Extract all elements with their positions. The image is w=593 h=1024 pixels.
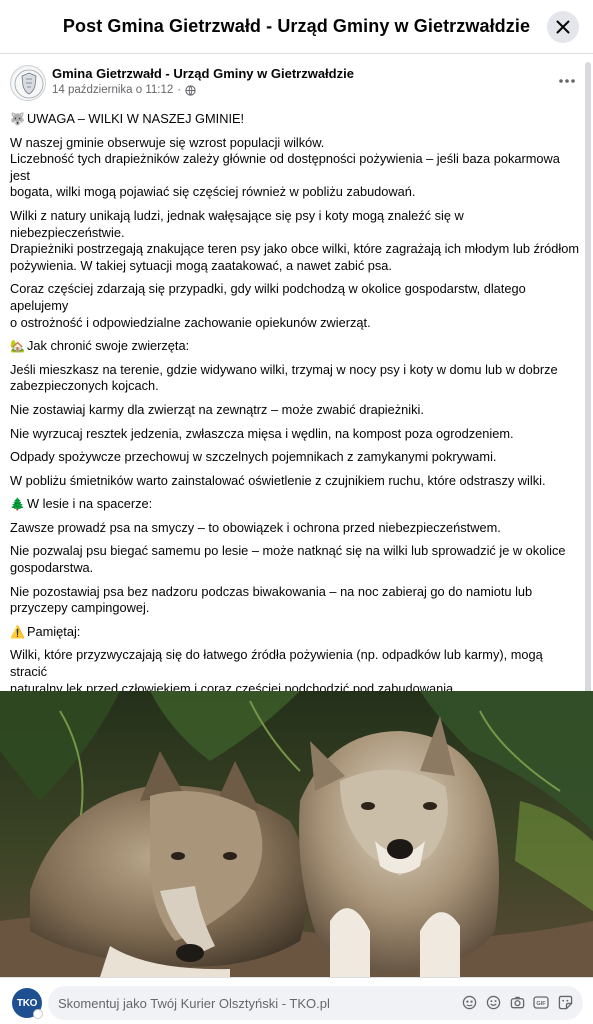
comment-tools: GIF [461, 994, 573, 1010]
post-text-line: przyczepy campingowej. [10, 600, 580, 617]
tree-icon: 🌲 [10, 497, 25, 512]
page-avatar[interactable] [10, 65, 46, 101]
post-text-line: Nie pozostawiaj psa bez nadzoru podczas … [10, 584, 580, 601]
post-paragraph: ⚠️ Pamiętaj: [10, 624, 580, 641]
post-text-content: Odpady spożywcze przechowuj w szczelnych… [10, 449, 497, 465]
modal-title: Post Gmina Gietrzwałd - Urząd Gminy w Gi… [62, 16, 531, 36]
close-icon [556, 20, 570, 34]
post-text-line: Wilki, które przyzwyczajają się do łatwe… [10, 647, 580, 680]
post-text-line: Wilki z natury unikają ludzi, jednak wał… [10, 208, 580, 241]
post-text-line: zabezpieczonych kojcach. [10, 378, 580, 395]
post-text-content: Pamiętaj: [27, 623, 81, 639]
post-paragraph: Nie pozwalaj psu biegać samemu po lesie … [10, 543, 580, 576]
post-text-content: UWAGA – WILKI W NASZEJ GMINIE! [27, 111, 245, 126]
commenter-avatar-text: TKO [16, 997, 38, 1009]
post-text-content: Nie pozostawiaj psa bez nadzoru podczas … [10, 583, 533, 599]
post-text-line: Jeśli mieszkasz na terenie, gdzie widywa… [10, 362, 580, 379]
post-text-content: gospodarstwa. [10, 560, 94, 576]
emoji-icon[interactable] [485, 994, 501, 1010]
post-text-line: Zawsze prowadź psa na smyczy – to obowią… [10, 520, 580, 537]
post-date[interactable]: 14 października o 11:12 [52, 84, 173, 96]
post-text-line: Drapieżniki postrzegają znakujące teren … [10, 241, 580, 258]
post-text-line: Nie wyrzucaj resztek jedzenia, zwłaszcza… [10, 426, 580, 443]
warning-icon: ⚠️ [10, 624, 25, 639]
post-text-content: Jeśli mieszkasz na terenie, gdzie widywa… [10, 361, 558, 377]
more-horizontal-icon [559, 79, 575, 83]
meta-separator: · [177, 84, 182, 96]
post-text-content: Nie wyrzucaj resztek jedzenia, zwłaszcza… [10, 425, 514, 441]
post-text-content: Jak chronić swoje zwierzęta: [27, 338, 190, 354]
scrollbar[interactable] [585, 62, 591, 710]
post-text-line: Coraz częściej zdarzają się przypadki, g… [10, 281, 580, 314]
post-text-content: pożywienia. W takiej sytuacji mogą zaata… [10, 257, 392, 273]
svg-text:GIF: GIF [536, 1001, 546, 1007]
post-text-content: W lesie i na spacerze: [27, 496, 153, 512]
post-text-content: Wilki z natury unikają ludzi, jednak wał… [10, 207, 464, 240]
post-text-line: Nie pozwalaj psu biegać samemu po lesie … [10, 543, 580, 560]
post-text-line: Nie zostawiaj karmy dla zwierząt na zewn… [10, 402, 580, 419]
modal-header: Post Gmina Gietrzwałd - Urząd Gminy w Gi… [0, 0, 593, 54]
post-paragraph: 🌲 W lesie i na spacerze: [10, 496, 580, 513]
post-paragraph: Odpady spożywcze przechowuj w szczelnych… [10, 449, 580, 466]
post-text-content: Nie pozwalaj psu biegać samemu po lesie … [10, 543, 566, 559]
globe-icon[interactable] [185, 84, 196, 96]
avatar-dropdown-chevron-icon[interactable] [33, 1009, 43, 1019]
post-options-button[interactable] [553, 69, 581, 93]
comment-bar: TKO Skomentuj jako Twój Kurier Olsztyńsk… [0, 977, 593, 1024]
post-meta: 14 października o 11:12 · [52, 84, 196, 96]
avatar-sticker-icon[interactable] [461, 994, 477, 1010]
post-text-content: Wilki, które przyzwyczajają się do łatwe… [10, 647, 543, 680]
post-text-line: Liczebność tych drapieżników zależy głów… [10, 151, 580, 184]
comment-input[interactable]: Skomentuj jako Twój Kurier Olsztyński - … [48, 986, 583, 1020]
post-text-line: W naszej gminie obserwuje się wzrost pop… [10, 135, 580, 152]
post-text-line: 🏡 Jak chronić swoje zwierzęta: [10, 338, 580, 355]
post-text-line: o ostrożność i odpowiedzialne zachowanie… [10, 315, 580, 332]
post-header: Gmina Gietrzwałd - Urząd Gminy w Gietrzw… [0, 63, 593, 111]
post-text-line: pożywienia. W takiej sytuacji mogą zaata… [10, 258, 580, 275]
post-text-content: Drapieżniki postrzegają znakujące teren … [10, 241, 580, 257]
sticker-icon[interactable] [557, 994, 573, 1010]
post-text-line: W pobliżu śmietników warto zainstalować … [10, 473, 580, 490]
post-paragraph: Nie zostawiaj karmy dla zwierząt na zewn… [10, 402, 580, 419]
post-text-content: przyczepy campingowej. [10, 600, 150, 616]
post-text-line: bogata, wilki mogą pojawiać się częściej… [10, 184, 580, 201]
post-text-line: ⚠️ Pamiętaj: [10, 624, 580, 641]
post-text-content: bogata, wilki mogą pojawiać się częściej… [10, 184, 416, 200]
post-text-line: 🐺 UWAGA – WILKI W NASZEJ GMINIE! [10, 111, 580, 128]
post-modal: Post Gmina Gietrzwałd - Urząd Gminy w Gi… [0, 0, 593, 1024]
post-text-line: 🌲 W lesie i na spacerze: [10, 496, 580, 513]
post-text-content: W naszej gminie obserwuje się wzrost pop… [10, 134, 325, 150]
post-text-line: gospodarstwa. [10, 560, 580, 577]
post-text-line: Odpady spożywcze przechowuj w szczelnych… [10, 449, 580, 466]
post-paragraph: Jeśli mieszkasz na terenie, gdzie widywa… [10, 362, 580, 395]
gif-icon[interactable]: GIF [533, 994, 549, 1010]
post-paragraph: Nie wyrzucaj resztek jedzenia, zwłaszcza… [10, 426, 580, 443]
wolf-icon: 🐺 [10, 112, 25, 126]
comment-placeholder: Skomentuj jako Twój Kurier Olsztyński - … [58, 995, 330, 1011]
post-text-content: Liczebność tych drapieżników zależy głów… [10, 151, 560, 183]
post-text-content: Zawsze prowadź psa na smyczy – to obowią… [10, 519, 501, 535]
post-paragraph: Wilki z natury unikają ludzi, jednak wał… [10, 208, 580, 274]
coat-of-arms-icon [12, 67, 45, 100]
camera-icon[interactable] [509, 994, 525, 1010]
post-paragraph: W pobliżu śmietników warto zainstalować … [10, 473, 580, 490]
post-text-content: o ostrożność i odpowiedzialne zachowanie… [10, 314, 371, 330]
post-paragraph: Coraz częściej zdarzają się przypadki, g… [10, 281, 580, 331]
post-paragraph: W naszej gminie obserwuje się wzrost pop… [10, 135, 580, 201]
house-icon: 🏡 [10, 339, 25, 354]
close-button[interactable] [547, 11, 579, 43]
post-text-content: Nie zostawiaj karmy dla zwierząt na zewn… [10, 401, 424, 417]
post-paragraph: 🏡 Jak chronić swoje zwierzęta: [10, 338, 580, 355]
post-text: 🐺 UWAGA – WILKI W NASZEJ GMINIE! W naszej … [0, 111, 593, 754]
post-paragraph: Zawsze prowadź psa na smyczy – to obowią… [10, 520, 580, 537]
post-paragraph: 🐺 UWAGA – WILKI W NASZEJ GMINIE! [10, 111, 580, 128]
wolves-photo [0, 691, 593, 977]
post-text-content: Coraz częściej zdarzają się przypadki, g… [10, 281, 526, 313]
post-paragraph: Nie pozostawiaj psa bez nadzoru podczas … [10, 584, 580, 617]
post-photo[interactable] [0, 691, 593, 977]
post-text-content: W pobliżu śmietników warto zainstalować … [10, 472, 546, 488]
post-author[interactable]: Gmina Gietrzwałd - Urząd Gminy w Gietrzw… [52, 66, 354, 81]
post-text-content: zabezpieczonych kojcach. [10, 378, 159, 394]
